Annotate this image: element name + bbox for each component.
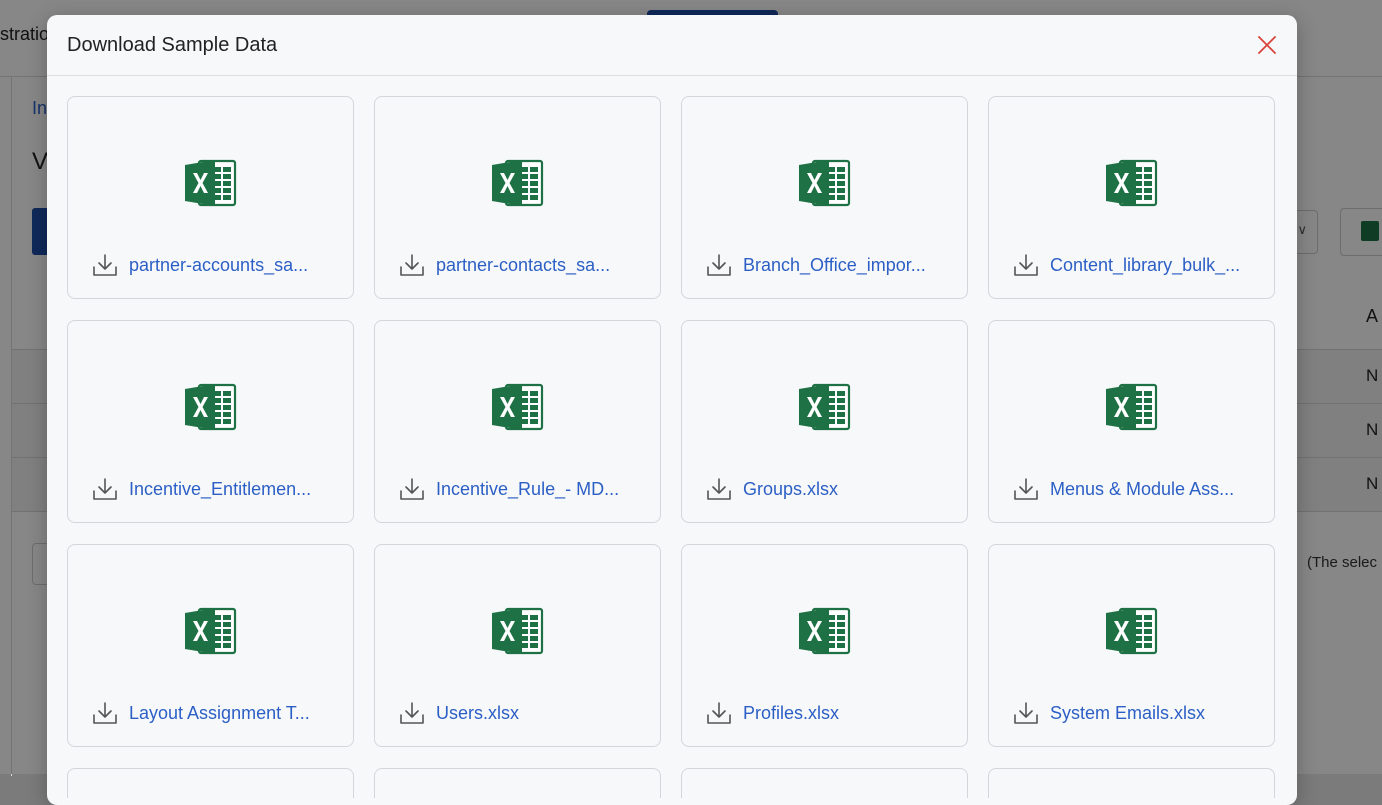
- file-card-footer: System Emails.xlsx: [1013, 700, 1205, 726]
- file-card-footer: Incentive_Entitlemen...: [92, 476, 311, 502]
- file-name-link[interactable]: Incentive_Rule_- MD...: [436, 479, 619, 500]
- file-card-footer: Content_library_bulk_...: [1013, 252, 1240, 278]
- file-name-link[interactable]: partner-accounts_sa...: [129, 255, 308, 276]
- close-icon[interactable]: [1255, 33, 1279, 57]
- file-name-link[interactable]: partner-contacts_sa...: [436, 255, 610, 276]
- file-name-link[interactable]: System Emails.xlsx: [1050, 703, 1205, 724]
- modal-header: Download Sample Data: [47, 15, 1297, 76]
- file-card[interactable]: System Emails.xlsx: [988, 544, 1275, 747]
- file-card[interactable]: partner-contacts_sa...: [374, 96, 661, 299]
- download-sample-data-modal: Download Sample Data partner-accounts_sa…: [47, 15, 1297, 805]
- download-icon[interactable]: [92, 700, 118, 726]
- file-card[interactable]: [374, 768, 661, 798]
- excel-icon: [185, 607, 237, 655]
- download-icon[interactable]: [706, 700, 732, 726]
- download-icon[interactable]: [706, 252, 732, 278]
- file-name-link[interactable]: Incentive_Entitlemen...: [129, 479, 311, 500]
- file-card[interactable]: [67, 768, 354, 798]
- file-card-footer: Layout Assignment T...: [92, 700, 310, 726]
- file-name-link[interactable]: Menus & Module Ass...: [1050, 479, 1234, 500]
- file-card[interactable]: [988, 768, 1275, 798]
- download-icon[interactable]: [706, 476, 732, 502]
- excel-icon: [1106, 159, 1158, 207]
- file-card-footer: partner-contacts_sa...: [399, 252, 610, 278]
- excel-icon: [799, 383, 851, 431]
- excel-icon: [185, 383, 237, 431]
- excel-icon: [185, 159, 237, 207]
- download-icon[interactable]: [92, 252, 118, 278]
- file-card-footer: Users.xlsx: [399, 700, 519, 726]
- download-icon[interactable]: [1013, 252, 1039, 278]
- excel-icon: [492, 607, 544, 655]
- file-card[interactable]: Branch_Office_impor...: [681, 96, 968, 299]
- file-name-link[interactable]: Profiles.xlsx: [743, 703, 839, 724]
- download-icon[interactable]: [92, 476, 118, 502]
- excel-icon: [1106, 607, 1158, 655]
- file-name-link[interactable]: Content_library_bulk_...: [1050, 255, 1240, 276]
- file-card-footer: Profiles.xlsx: [706, 700, 839, 726]
- download-icon[interactable]: [1013, 476, 1039, 502]
- file-name-link[interactable]: Groups.xlsx: [743, 479, 838, 500]
- file-card[interactable]: Content_library_bulk_...: [988, 96, 1275, 299]
- file-card[interactable]: Incentive_Rule_- MD...: [374, 320, 661, 523]
- file-name-link[interactable]: Layout Assignment T...: [129, 703, 310, 724]
- file-card-footer: Menus & Module Ass...: [1013, 476, 1234, 502]
- file-card[interactable]: Incentive_Entitlemen...: [67, 320, 354, 523]
- excel-icon: [1106, 383, 1158, 431]
- file-card[interactable]: [681, 768, 968, 798]
- file-card-footer: Branch_Office_impor...: [706, 252, 926, 278]
- file-card[interactable]: Menus & Module Ass...: [988, 320, 1275, 523]
- file-card-footer: Incentive_Rule_- MD...: [399, 476, 619, 502]
- excel-icon: [799, 159, 851, 207]
- modal-title: Download Sample Data: [67, 34, 278, 56]
- download-icon[interactable]: [399, 476, 425, 502]
- file-card[interactable]: partner-accounts_sa...: [67, 96, 354, 299]
- download-icon[interactable]: [399, 700, 425, 726]
- file-card-footer: Groups.xlsx: [706, 476, 838, 502]
- download-icon[interactable]: [1013, 700, 1039, 726]
- file-name-link[interactable]: Branch_Office_impor...: [743, 255, 926, 276]
- excel-icon: [492, 159, 544, 207]
- download-icon[interactable]: [399, 252, 425, 278]
- file-name-link[interactable]: Users.xlsx: [436, 703, 519, 724]
- file-card[interactable]: Profiles.xlsx: [681, 544, 968, 747]
- file-card-grid: partner-accounts_sa... partner-contacts_…: [67, 96, 1275, 798]
- file-card[interactable]: Groups.xlsx: [681, 320, 968, 523]
- file-card-footer: partner-accounts_sa...: [92, 252, 308, 278]
- excel-icon: [492, 383, 544, 431]
- excel-icon: [799, 607, 851, 655]
- file-card[interactable]: Layout Assignment T...: [67, 544, 354, 747]
- file-card[interactable]: Users.xlsx: [374, 544, 661, 747]
